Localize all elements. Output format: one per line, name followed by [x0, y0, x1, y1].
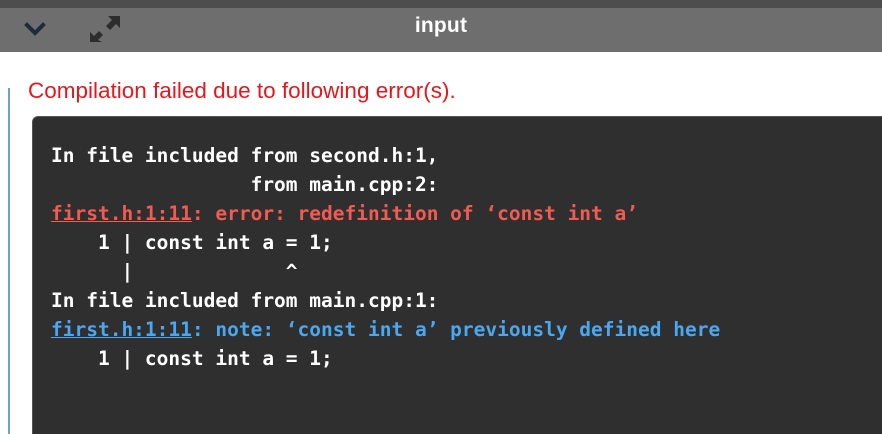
- console-line: 1 | const int a = 1;: [51, 347, 333, 370]
- panel-title: input: [414, 14, 468, 37]
- console-line: first.h:1:11: note: ‘const int a’ previo…: [51, 317, 720, 343]
- compiler-output-console: In file included from second.h:1, from m…: [32, 116, 882, 434]
- error-location-link[interactable]: first.h:1:11: [51, 202, 192, 225]
- console-line: In file included from main.cpp:1:: [51, 289, 439, 312]
- note-text: : note: ‘const int a’ previously defined…: [191, 318, 721, 341]
- console-line: | ^: [51, 260, 298, 283]
- error-text: : error: redefinition of ‘const int a’: [191, 202, 639, 225]
- console-line: In file included from second.h:1,: [51, 144, 439, 167]
- note-location-link[interactable]: first.h:1:11: [51, 318, 192, 341]
- left-accent-divider: [8, 88, 10, 434]
- panel-header: input: [0, 0, 882, 52]
- console-line: first.h:1:11: error: redefinition of ‘co…: [51, 201, 638, 227]
- compilation-error-message: Compilation failed due to following erro…: [28, 78, 456, 103]
- console-line: from main.cpp:2:: [51, 173, 439, 196]
- console-line: 1 | const int a = 1;: [51, 231, 333, 254]
